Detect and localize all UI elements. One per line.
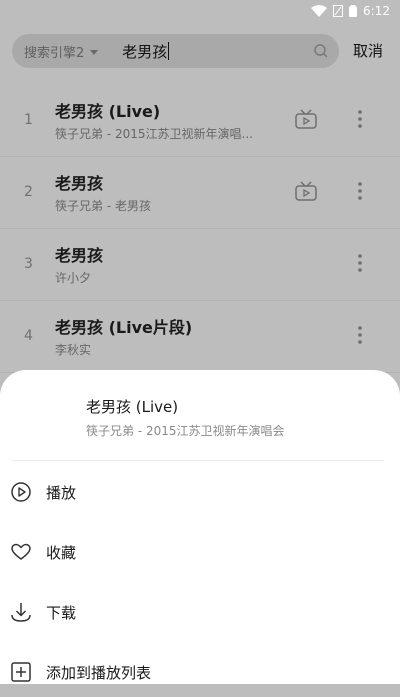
result-index: 2 <box>24 184 33 200</box>
favorite-action[interactable]: 收藏 <box>0 527 400 577</box>
search-row: 搜索引擎2 老男孩 <box>0 28 400 74</box>
search-input[interactable]: 老男孩 <box>122 41 170 62</box>
sheet-song-subtitle: 筷子兄弟 - 2015江苏卫视新年演唱会 <box>86 424 285 438</box>
download-action[interactable]: 下载 <box>0 587 400 637</box>
search-box[interactable]: 搜索引擎2 老男孩 <box>12 34 339 68</box>
result-index: 1 <box>24 112 33 128</box>
play-action[interactable]: 播放 <box>0 467 400 517</box>
result-index: 3 <box>24 256 33 272</box>
chevron-down-icon <box>90 49 99 55</box>
play-action-label: 播放 <box>46 484 77 502</box>
cancel-button[interactable]: 取消 <box>353 40 383 61</box>
add-to-playlist-action[interactable]: 添加到播放列表 <box>0 647 400 697</box>
result-row[interactable]: 4 老男孩 (Live片段) 李秋实 <box>0 301 400 373</box>
play-circle-icon <box>10 481 32 507</box>
result-index: 4 <box>24 328 33 344</box>
search-engine-selector[interactable]: 搜索引擎2 <box>24 42 99 61</box>
song-options-sheet: 老男孩 (Live) 筷子兄弟 - 2015江苏卫视新年演唱会 播放 收藏 下载… <box>0 370 400 684</box>
result-title: 老男孩 <box>55 174 104 193</box>
result-title: 老男孩 (Live) <box>55 102 161 121</box>
search-icon[interactable] <box>313 43 329 63</box>
add-to-playlist-action-label: 添加到播放列表 <box>46 664 152 682</box>
status-bar: 6:12 <box>0 0 400 22</box>
sheet-song-title: 老男孩 (Live) <box>86 398 179 416</box>
mv-icon[interactable] <box>295 109 317 133</box>
more-options-icon[interactable] <box>356 253 364 277</box>
more-options-icon[interactable] <box>356 325 364 349</box>
search-results-list: 1 老男孩 (Live) 筷子兄弟 - 2015江苏卫视新年演唱... 2 老男… <box>0 85 400 373</box>
result-row[interactable]: 3 老男孩 许小夕 <box>0 229 400 301</box>
download-icon <box>10 601 32 627</box>
heart-icon <box>10 541 32 567</box>
download-action-label: 下载 <box>46 604 77 622</box>
wifi-icon <box>311 5 328 17</box>
text-cursor <box>168 42 170 60</box>
signal-icon <box>333 5 344 17</box>
add-to-playlist-icon <box>10 661 32 687</box>
search-query-text: 老男孩 <box>122 42 168 61</box>
more-options-icon[interactable] <box>356 109 364 133</box>
clock: 6:12 <box>363 4 390 18</box>
result-subtitle: 筷子兄弟 - 2015江苏卫视新年演唱... <box>55 127 253 141</box>
search-engine-label: 搜索引擎2 <box>24 45 85 61</box>
battery-icon <box>349 5 358 17</box>
sheet-divider <box>12 460 384 461</box>
more-options-icon[interactable] <box>356 181 364 205</box>
result-subtitle: 许小夕 <box>55 271 92 285</box>
mv-icon[interactable] <box>295 181 317 205</box>
result-row[interactable]: 2 老男孩 筷子兄弟 - 老男孩 <box>0 157 400 229</box>
result-subtitle: 李秋实 <box>55 343 92 357</box>
favorite-action-label: 收藏 <box>46 544 77 562</box>
result-subtitle: 筷子兄弟 - 老男孩 <box>55 199 151 213</box>
result-title: 老男孩 (Live片段) <box>55 318 193 337</box>
result-title: 老男孩 <box>55 246 104 265</box>
result-row[interactable]: 1 老男孩 (Live) 筷子兄弟 - 2015江苏卫视新年演唱... <box>0 85 400 157</box>
